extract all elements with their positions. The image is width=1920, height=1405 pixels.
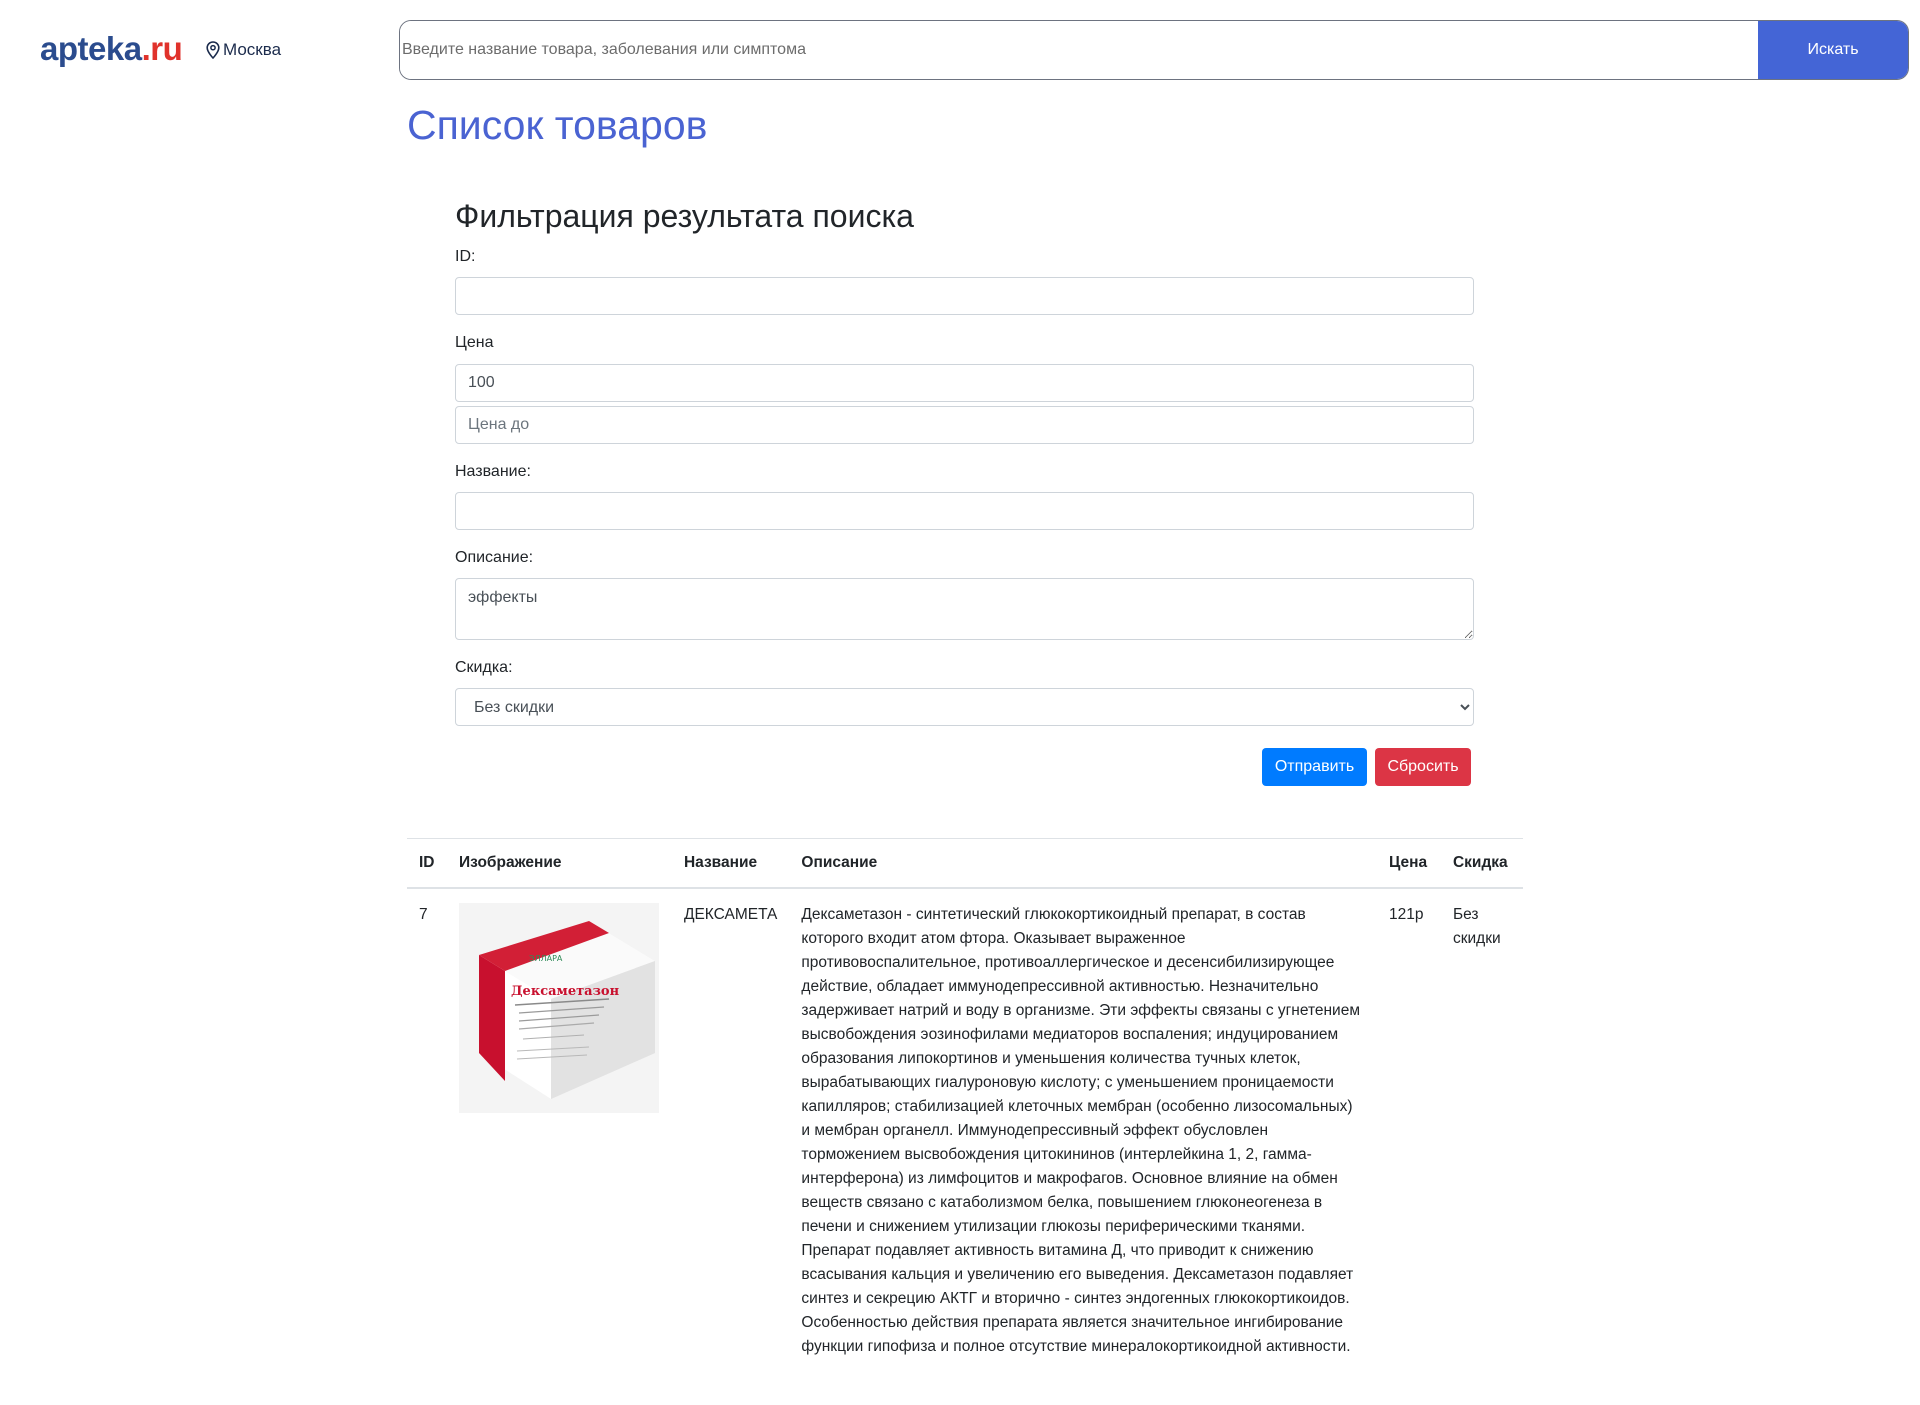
column-header-image: Изображение (446, 838, 672, 889)
cell-price: 121р (1389, 906, 1424, 923)
submit-button[interactable]: Отправить (1262, 748, 1367, 786)
column-header-id: ID (407, 838, 447, 889)
discount-select[interactable]: Без скидки (455, 688, 1474, 726)
price-to-field[interactable] (455, 406, 1474, 444)
cell-image: ЭЛЛАРА Дексаметазон (447, 888, 672, 1373)
cell-name: ДЕКСАМЕТА (683, 906, 778, 923)
search-bar: Искать (399, 20, 1909, 80)
page-title: Список товаров (407, 102, 708, 148)
image-title-text: Дексаметазон (511, 984, 620, 999)
discount-label: Скидка: (455, 659, 513, 676)
products-table: ID Изображение Название Описание Цена Ск… (407, 838, 1523, 1373)
site-logo[interactable]: apteka.ru (40, 30, 183, 68)
id-label: ID: (455, 248, 476, 265)
cell-id: 7 (419, 906, 428, 923)
table-row[interactable]: 7 ЭЛЛАРА Дексаметазон ДЕКСАМЕТА Дексамет… (407, 888, 1523, 1373)
city-name: Москва (223, 40, 282, 59)
logo-suffix: .ru (141, 30, 183, 67)
column-header-description: Описание (789, 838, 1377, 889)
table-header-row: ID Изображение Название Описание Цена Ск… (407, 838, 1523, 889)
name-label: Название: (455, 463, 531, 480)
reset-button[interactable]: Сбросить (1375, 748, 1471, 786)
search-input[interactable] (400, 21, 1758, 79)
search-button[interactable]: Искать (1758, 21, 1908, 79)
price-from-field[interactable] (455, 364, 1474, 402)
city-selector[interactable]: Москва (206, 40, 281, 60)
product-image[interactable]: ЭЛЛАРА Дексаметазон (458, 903, 659, 1113)
logo-main: apteka (40, 30, 142, 67)
id-field[interactable] (455, 277, 1474, 315)
column-header-discount: Скидка (1440, 838, 1523, 889)
name-field[interactable] (455, 492, 1474, 530)
map-pin-icon (206, 41, 220, 59)
column-header-price: Цена (1377, 838, 1441, 889)
column-header-name: Название (671, 838, 790, 889)
price-label: Цена (455, 334, 494, 351)
cell-discount: Без скидки (1452, 906, 1501, 947)
description-field[interactable]: эффекты (455, 578, 1474, 640)
site-header: apteka.ru Москва Искать (0, 0, 1920, 100)
filter-heading: Фильтрация результата поиска (455, 198, 914, 234)
image-brand-text: ЭЛЛАРА (529, 954, 563, 963)
cell-description: Дексаметазон - синтетический глюкокортик… (801, 906, 1360, 1355)
description-label: Описание: (455, 549, 534, 566)
filter-form: Фильтрация результата поиска ID: Цена На… (455, 198, 1474, 786)
